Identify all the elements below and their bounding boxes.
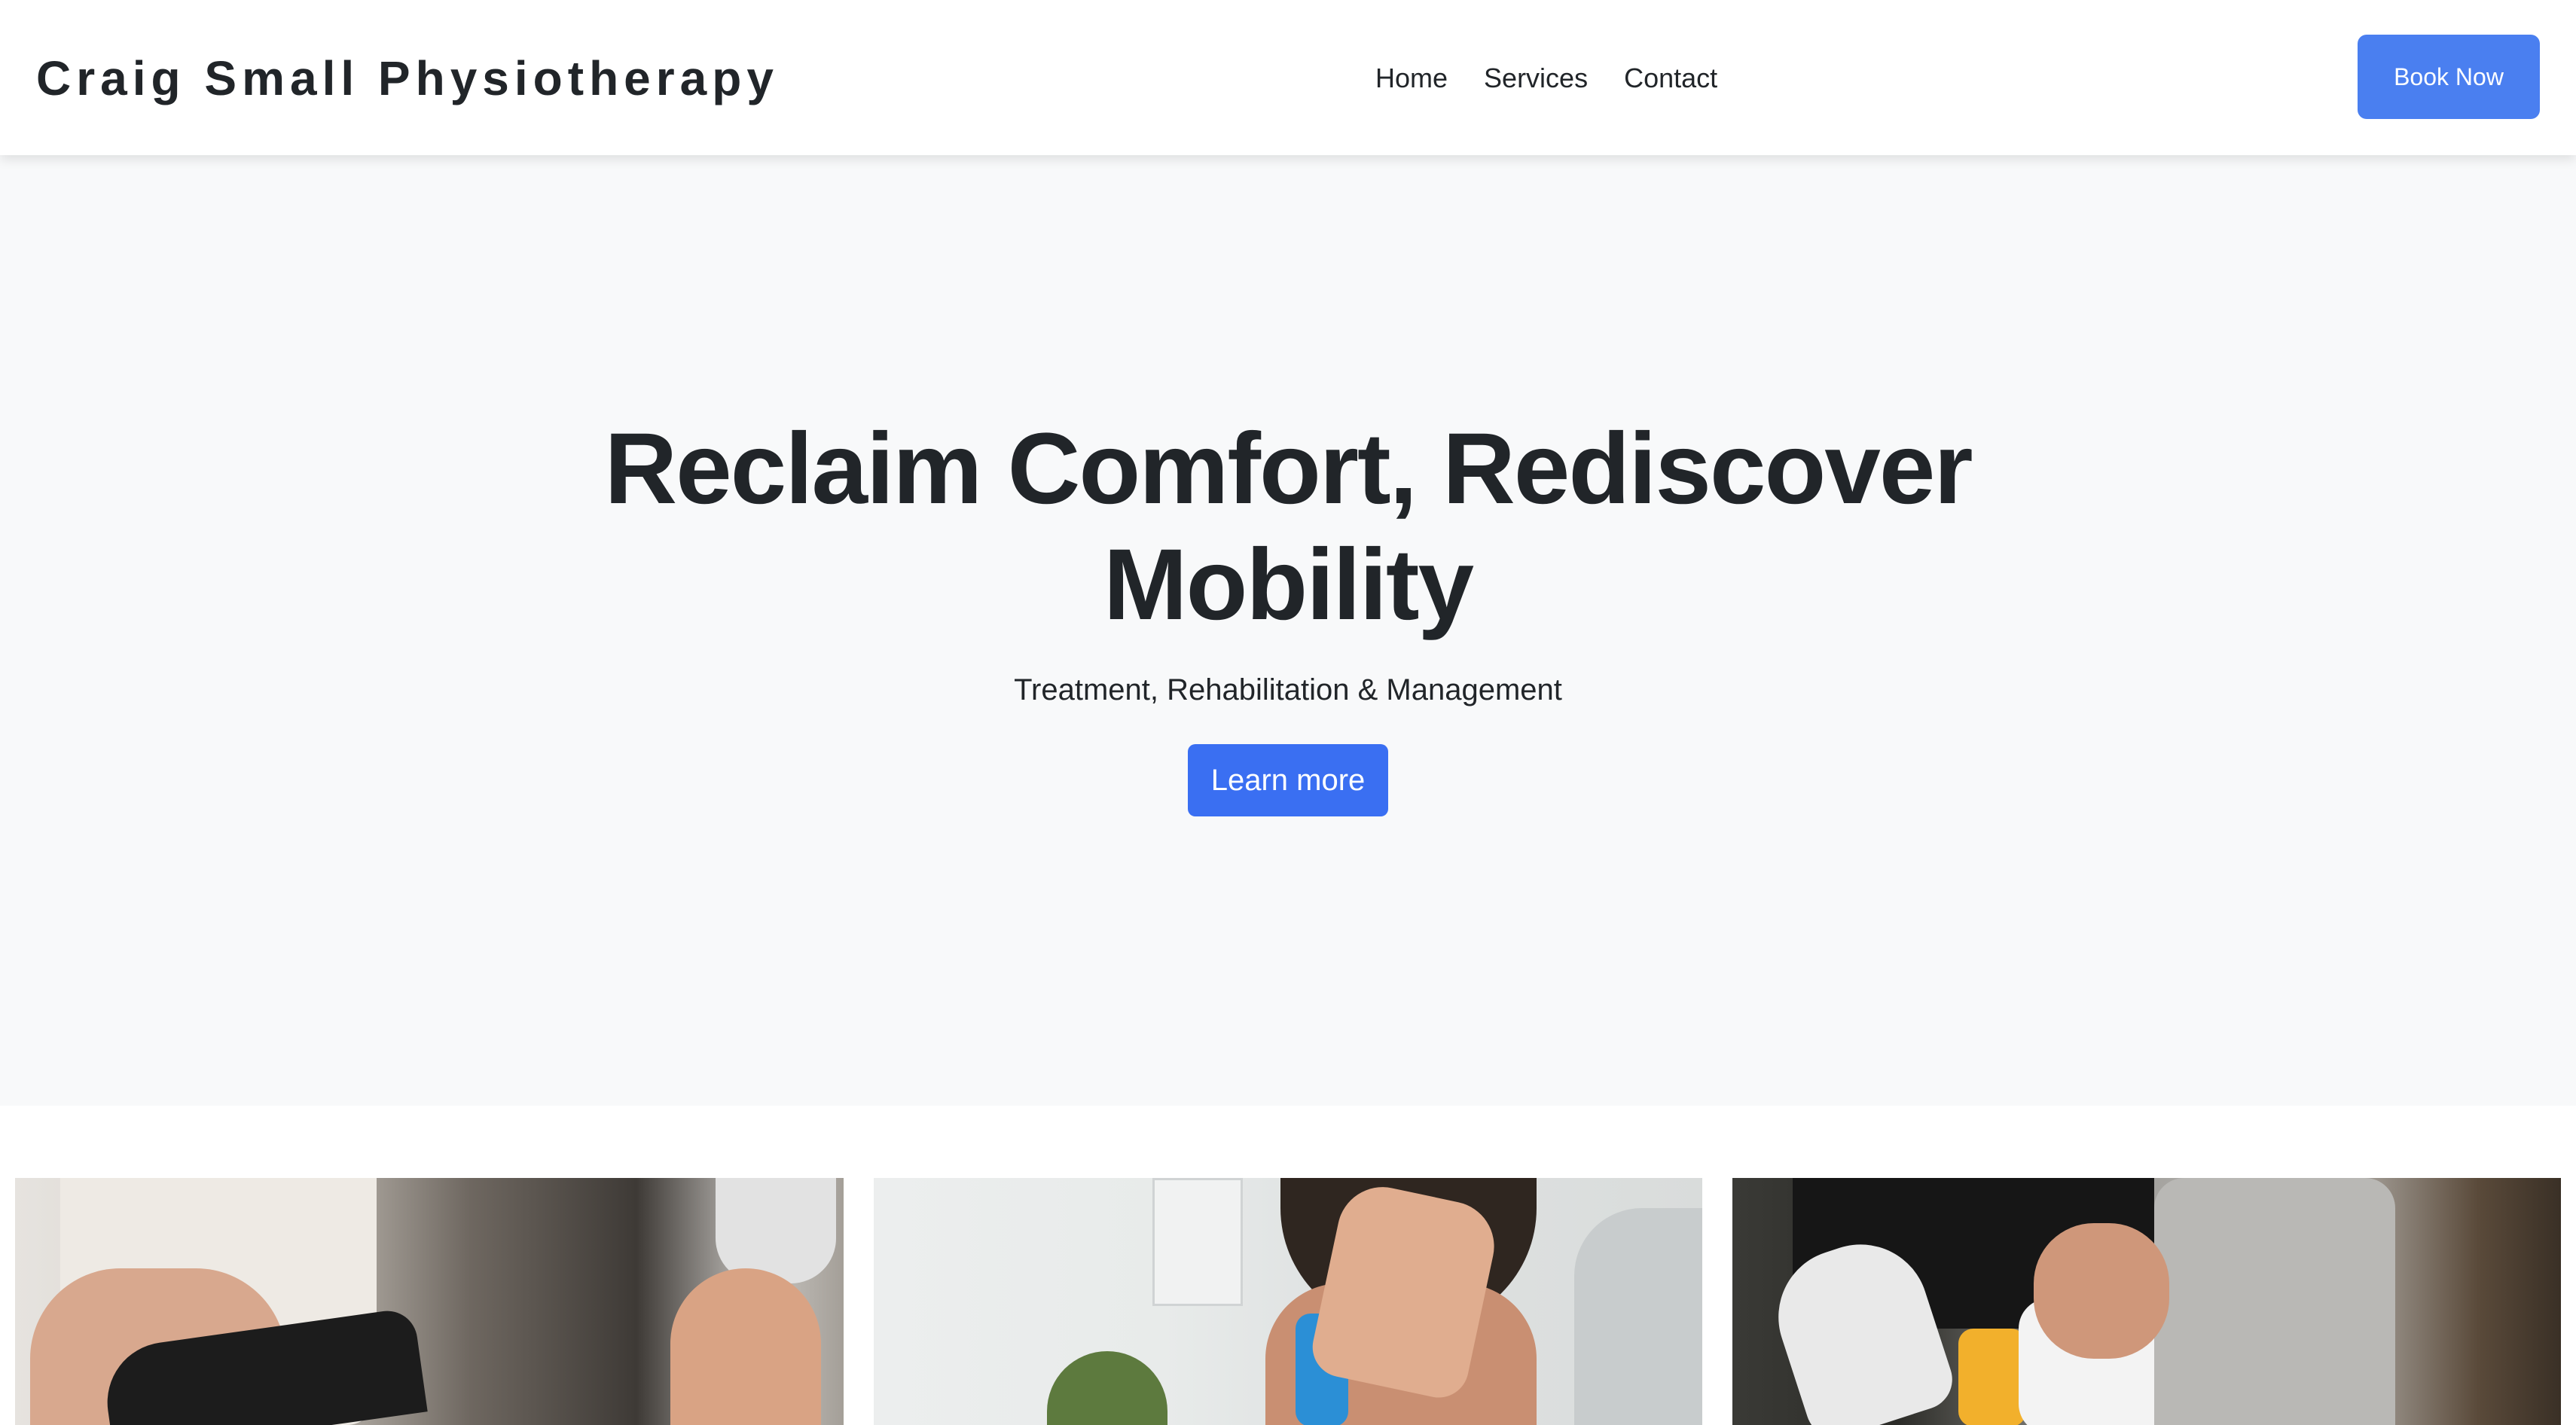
hero-section: Reclaim Comfort, Rediscover Mobility Tre… bbox=[0, 155, 2576, 1106]
service-image-neck-taping bbox=[874, 1178, 1702, 1425]
brand-logo[interactable]: Craig Small Physiotherapy bbox=[36, 50, 779, 107]
main-nav: Home Services Contact bbox=[1375, 57, 1717, 99]
service-image-knee-rehab bbox=[1732, 1178, 2561, 1425]
nav-home-link[interactable]: Home bbox=[1375, 57, 1448, 99]
nav-services-link[interactable]: Services bbox=[1484, 57, 1588, 99]
nav-contact-link[interactable]: Contact bbox=[1624, 57, 1717, 99]
learn-more-button[interactable]: Learn more bbox=[1188, 744, 1388, 816]
navbar: Craig Small Physiotherapy Home Services … bbox=[0, 0, 2576, 155]
hero-subtitle: Treatment, Rehabilitation & Management bbox=[1014, 673, 1562, 706]
service-image-leg-treatment bbox=[15, 1178, 844, 1425]
hero-title: Reclaim Comfort, Rediscover Mobility bbox=[604, 413, 1973, 641]
book-now-button[interactable]: Book Now bbox=[2358, 35, 2540, 119]
